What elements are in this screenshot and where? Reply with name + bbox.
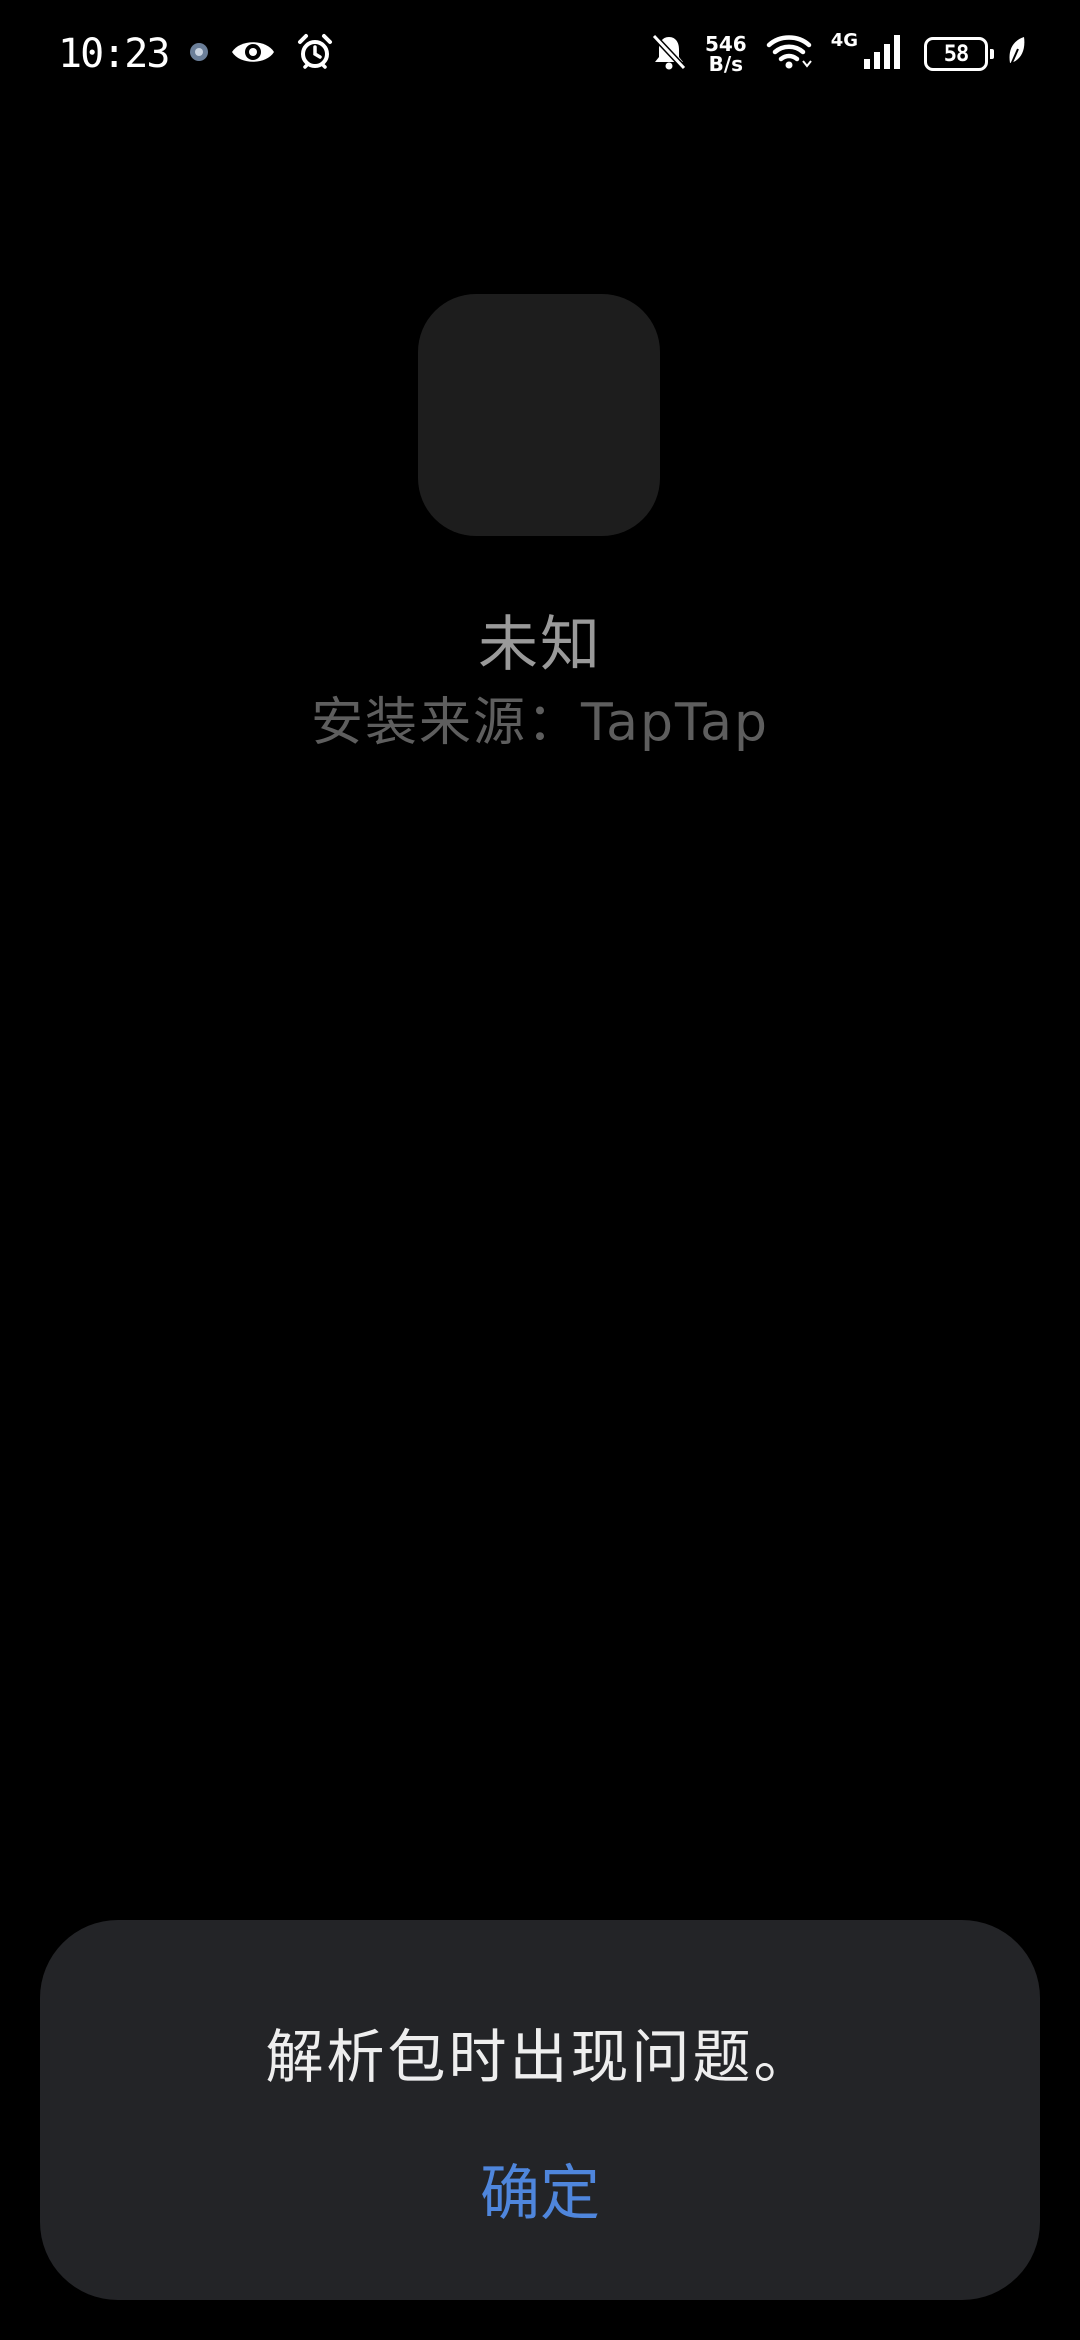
app-name: 未知 — [478, 610, 602, 680]
status-bar: 10:23 546 B/s 4G 58 — [0, 0, 1080, 110]
status-time: 10:23 — [58, 31, 170, 77]
bell-off-icon — [651, 33, 687, 75]
battery-icon: 58 — [924, 37, 994, 71]
cellular-signal-icon — [862, 33, 906, 75]
battery-level: 58 — [943, 41, 969, 67]
status-bar-right: 546 B/s 4G 58 — [651, 26, 1028, 82]
dialog-message: 解析包时出现问题。 — [265, 2023, 815, 2091]
network-type: 4G — [830, 29, 858, 51]
app-icon-placeholder — [418, 294, 660, 536]
network-speed-value: 546 — [704, 32, 747, 56]
eye-icon — [230, 35, 276, 73]
installer-screen: 10:23 546 B/s 4G 58 未知 安装来源：TapTap 解析包时出… — [0, 0, 1080, 2340]
wifi-icon — [765, 33, 813, 75]
network-speed-unit: B/s — [708, 52, 744, 76]
network-speed: 546 B/s — [705, 34, 747, 74]
alarm-icon — [296, 33, 334, 75]
error-dialog: 解析包时出现问题。 确定 — [40, 1920, 1040, 2300]
notification-app-icon — [188, 41, 210, 67]
install-source: 安装来源：TapTap — [310, 693, 770, 753]
leaf-icon — [1006, 35, 1028, 73]
status-bar-left: 10:23 — [58, 26, 334, 82]
confirm-button[interactable]: 确定 — [420, 2138, 660, 2238]
